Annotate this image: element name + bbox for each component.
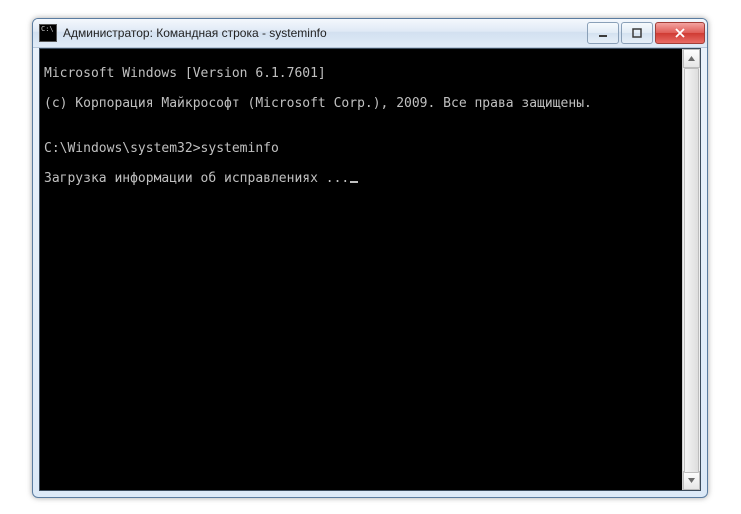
maximize-button[interactable] xyxy=(621,22,653,44)
titlebar[interactable]: Администратор: Командная строка - system… xyxy=(33,19,707,48)
window-controls xyxy=(585,22,705,44)
scroll-track[interactable] xyxy=(683,68,700,471)
text-cursor xyxy=(350,181,358,183)
command-prompt-window: Администратор: Командная строка - system… xyxy=(32,18,708,498)
scroll-up-button[interactable] xyxy=(683,49,700,68)
window-title: Администратор: Командная строка - system… xyxy=(63,26,585,40)
scroll-down-button[interactable] xyxy=(683,471,700,490)
console-line: (c) Корпорация Майкрософт (Microsoft Cor… xyxy=(44,96,678,111)
console-line: Microsoft Windows [Version 6.1.7601] xyxy=(44,66,678,81)
vertical-scrollbar[interactable] xyxy=(682,49,700,490)
loading-text: Загрузка информации об исправлениях ... xyxy=(44,171,349,186)
console-output[interactable]: Microsoft Windows [Version 6.1.7601] (c)… xyxy=(40,49,682,490)
client-area: Microsoft Windows [Version 6.1.7601] (c)… xyxy=(39,48,701,491)
cmd-icon xyxy=(39,24,57,42)
command-text: systeminfo xyxy=(201,141,279,156)
console-loading-line: Загрузка информации об исправлениях ... xyxy=(44,171,678,186)
close-button[interactable] xyxy=(655,22,705,44)
prompt-path: C:\Windows\system32> xyxy=(44,141,201,156)
scroll-thumb[interactable] xyxy=(684,68,699,473)
minimize-button[interactable] xyxy=(587,22,619,44)
console-prompt-line: C:\Windows\system32>systeminfo xyxy=(44,141,678,156)
